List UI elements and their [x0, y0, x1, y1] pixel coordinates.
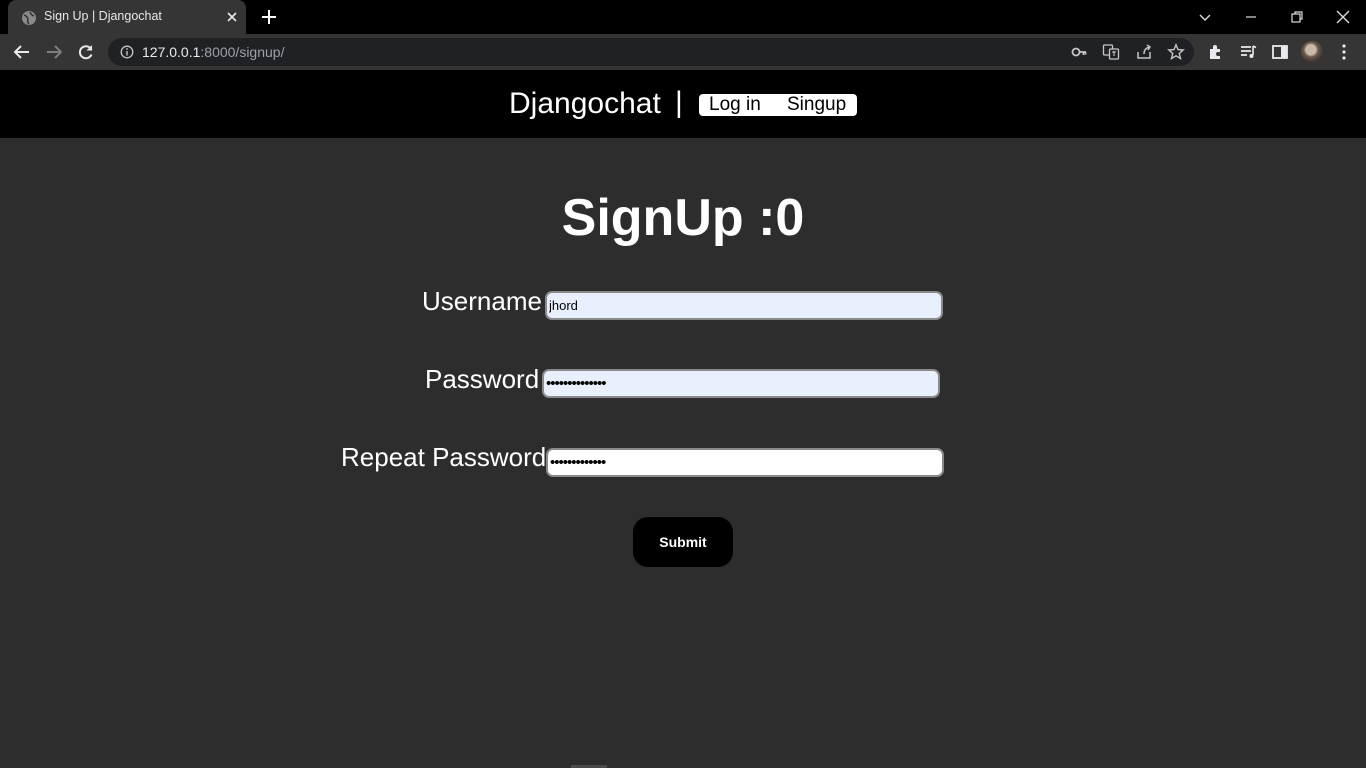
username-label: Username	[422, 286, 542, 316]
globe-icon	[22, 11, 36, 25]
menu-kebab-icon[interactable]	[1334, 42, 1354, 62]
signup-link[interactable]: Singup	[787, 94, 846, 116]
back-icon[interactable]	[12, 42, 32, 62]
browser-tab[interactable]: Sign Up | Djangochat	[8, 0, 246, 34]
minimize-icon[interactable]	[1241, 7, 1261, 27]
site-brand[interactable]: Djangochat	[509, 87, 661, 121]
close-window-icon[interactable]	[1333, 7, 1353, 27]
browser-toolbar: 127.0.0.1:8000/signup/	[0, 34, 1366, 70]
share-icon[interactable]	[1135, 43, 1153, 61]
close-tab-icon[interactable]	[224, 9, 240, 25]
page-content: Djangochat | Log in Singup SignUp :0 Use…	[0, 70, 1366, 768]
url-path: :8000/signup/	[200, 44, 285, 60]
tab-search-icon[interactable]	[1195, 7, 1215, 27]
bookmark-star-icon[interactable]	[1167, 43, 1185, 61]
key-icon[interactable]	[1070, 43, 1088, 61]
nav-links: Log in Singup	[699, 94, 857, 116]
reload-icon[interactable]	[76, 42, 96, 62]
site-info-icon[interactable]	[120, 45, 134, 59]
login-link[interactable]: Log in	[709, 94, 761, 116]
tab-title: Sign Up | Djangochat	[44, 9, 162, 23]
username-input[interactable]	[545, 291, 943, 320]
page-title: SignUp :0	[561, 189, 805, 247]
brand-separator: |	[675, 86, 683, 119]
address-bar[interactable]: 127.0.0.1:8000/signup/	[108, 38, 1194, 66]
profile-avatar[interactable]	[1301, 41, 1323, 63]
password-input[interactable]	[542, 369, 940, 398]
url-host: 127.0.0.1	[142, 44, 201, 60]
forward-icon[interactable]	[44, 42, 64, 62]
repeat-password-label: Repeat Password	[341, 442, 547, 472]
url-text: 127.0.0.1:8000/signup/	[142, 44, 284, 60]
browser-tabstrip: Sign Up | Djangochat	[0, 0, 1366, 34]
submit-button[interactable]: Submit	[633, 517, 733, 567]
password-label: Password	[425, 364, 540, 394]
repeat-password-input[interactable]	[546, 448, 944, 477]
side-panel-icon[interactable]	[1270, 42, 1290, 62]
new-tab-icon[interactable]	[260, 8, 278, 26]
extensions-icon[interactable]	[1206, 42, 1226, 62]
media-queue-icon[interactable]	[1238, 42, 1258, 62]
translate-icon[interactable]	[1102, 43, 1120, 61]
site-header: Djangochat | Log in Singup	[0, 70, 1366, 138]
restore-icon[interactable]	[1287, 7, 1307, 27]
